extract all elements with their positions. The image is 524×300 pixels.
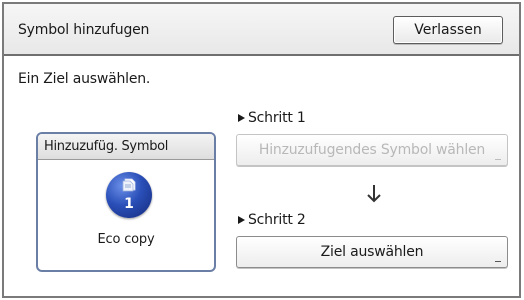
step-1-label-text: Schritt 1 (248, 110, 306, 126)
step-marker-icon (238, 216, 245, 224)
step-2-label-text: Schritt 2 (248, 212, 306, 228)
select-destination-button[interactable]: Ziel auswählen (236, 236, 508, 268)
instruction-text: Ein Ziel auswählen. (18, 71, 151, 87)
symbol-panel-header: Hinzuzufüg. Symbol (38, 134, 214, 160)
title-bar: Symbol hinzufugen Verlassen (4, 4, 519, 56)
button-corner-mark (495, 159, 501, 160)
document-copy-icon: 1 (106, 172, 152, 218)
symbol-panel: Hinzuzufüg. Symbol 1 Eco copy (36, 132, 216, 272)
button-corner-mark (495, 261, 501, 262)
symbol-number: 1 (124, 196, 134, 212)
select-symbol-button-label: Hinzuzufugendes Symbol wählen (258, 142, 486, 158)
page-title: Symbol hinzufugen (18, 22, 150, 38)
step-1-label: Schritt 1 (238, 110, 306, 126)
select-destination-button-label: Ziel auswählen (320, 244, 424, 260)
select-symbol-button[interactable]: Hinzuzufugendes Symbol wählen (236, 134, 508, 166)
document-glyph (122, 178, 136, 192)
symbol-name: Eco copy (97, 232, 155, 247)
exit-button[interactable]: Verlassen (393, 16, 503, 44)
step-2-label: Schritt 2 (238, 212, 306, 228)
step-marker-icon (238, 114, 245, 122)
dialog-screen: Symbol hinzufugen Verlassen Ein Ziel aus… (2, 2, 521, 298)
arrow-down-icon (367, 185, 381, 203)
